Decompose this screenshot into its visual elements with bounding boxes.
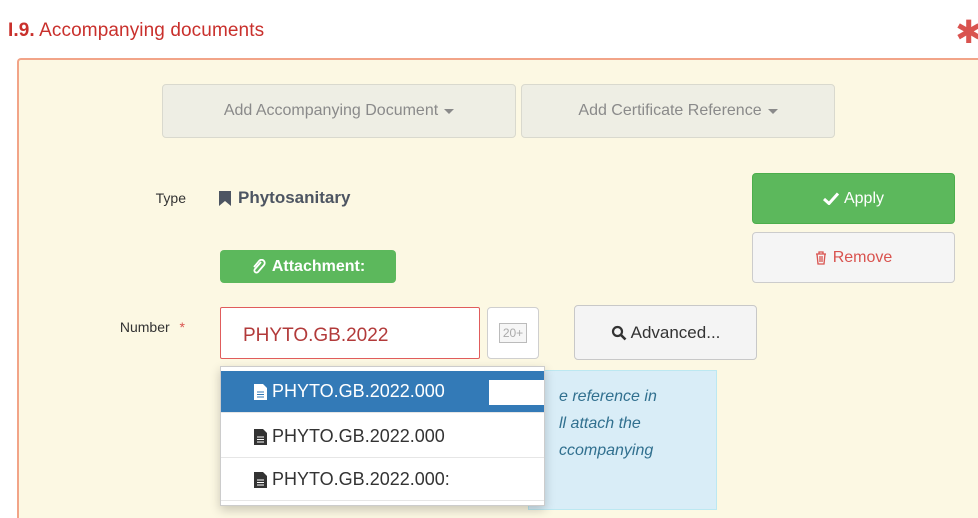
autocomplete-item[interactable]: PHYTO.GB.2022.000	[221, 416, 544, 458]
advanced-label: Advanced...	[630, 322, 721, 342]
info-line-2: ll attach the	[559, 415, 641, 432]
autocomplete-item-label: PHYTO.GB.2022.000	[272, 426, 445, 446]
info-line-3: ccompanying	[559, 442, 654, 459]
number-input[interactable]	[220, 307, 480, 359]
advanced-search-button[interactable]: Advanced...	[574, 305, 757, 360]
section-title-text: Accompanying documents	[34, 20, 265, 41]
section-title: I.9. Accompanying documents	[8, 20, 264, 42]
autocomplete-item-label: PHYTO.GB.2022.000	[272, 381, 445, 401]
paperclip-icon	[253, 258, 266, 273]
bookmark-icon	[219, 190, 231, 206]
search-icon	[611, 325, 627, 340]
remove-button[interactable]: Remove	[752, 232, 955, 283]
number-label-text: Number	[119, 319, 170, 335]
info-message: e reference in ll attach the ccompanying	[528, 370, 717, 510]
type-value-text: Phytosanitary	[238, 188, 351, 207]
counter-badge-text: 20+	[498, 323, 528, 343]
number-label: Number *	[60, 319, 185, 335]
apply-button[interactable]: Apply	[752, 173, 955, 224]
type-label: Type	[155, 190, 186, 206]
section-header: I.9. Accompanying documents ✱	[0, 0, 978, 58]
remove-label: Remove	[832, 248, 893, 266]
type-value: Phytosanitary	[219, 188, 350, 208]
check-icon	[822, 192, 839, 205]
add-certificate-reference-button[interactable]: Add Certificate Reference	[521, 84, 835, 138]
autocomplete-item[interactable]: PHYTO.GB.2022.000	[221, 371, 544, 413]
add-certificate-reference-label: Add Certificate Reference	[578, 102, 762, 119]
number-required-mark: *	[179, 319, 185, 335]
required-asterisk-icon: ✱	[955, 14, 978, 50]
attachment-badge[interactable]: Attachment:	[220, 250, 396, 283]
apply-label: Apply	[843, 189, 885, 207]
autocomplete-dropdown: PHYTO.GB.2022.000 PHYTO.GB.2022.000 PHYT…	[220, 366, 545, 506]
document-icon	[254, 383, 267, 400]
add-accompanying-document-label: Add Accompanying Document	[223, 102, 439, 119]
redaction-box	[489, 380, 544, 405]
document-icon	[254, 471, 267, 488]
chevron-down-icon	[444, 108, 455, 114]
autocomplete-item[interactable]: PHYTO.GB.2022.000:	[221, 459, 544, 501]
document-icon	[254, 428, 267, 445]
add-accompanying-document-button[interactable]: Add Accompanying Document	[162, 84, 516, 138]
info-line-1: e reference in	[559, 388, 657, 405]
autocomplete-item-label: PHYTO.GB.2022.000:	[272, 469, 450, 489]
section-number: I.9.	[8, 20, 35, 41]
trash-icon	[815, 250, 826, 265]
chevron-down-icon	[767, 108, 778, 114]
counter-badge: 20+	[487, 307, 539, 359]
attachment-label: Attachment:	[271, 257, 366, 275]
